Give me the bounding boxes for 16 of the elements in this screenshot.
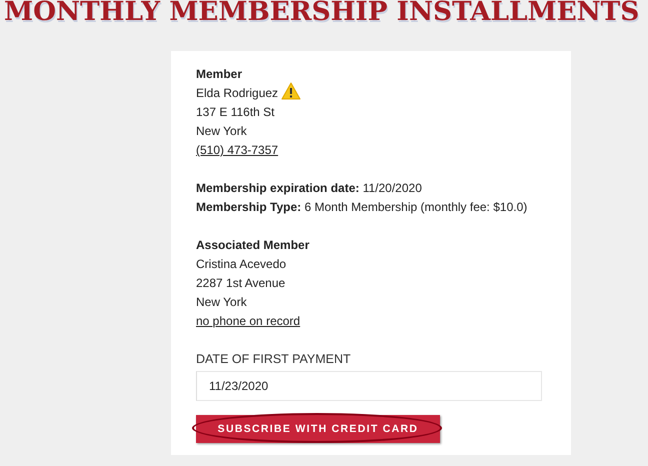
address-text: 2287 1st Avenue [196,275,286,292]
address-text: 137 E 116th St [196,104,276,121]
subscribe-button[interactable]: SUBSCRIBE WITH CREDIT CARD [196,415,440,443]
associated-heading: Associated Member [196,237,310,254]
city-text: New York [196,123,248,140]
member-name: Cristina Acevedo [196,256,286,273]
city-text: New York [196,294,248,311]
page-title: MONTHLY MEMBERSHIP INSTALLMENTS [3,0,640,26]
member-heading: Member [196,66,244,83]
membership-detail: Membership Type: 6 Month Membership (monthly fee: $10.0) [196,199,528,216]
date-field[interactable]: 11/23/2020 [196,371,542,401]
phone-link[interactable]: (510) 473-7357 [196,143,278,157]
field-label: DATE OF FIRST PAYMENT [196,351,352,368]
member-name: Elda Rodriguez [196,85,278,102]
phone-link[interactable]: no phone on record [196,314,300,328]
membership-detail: Membership expiration date: 11/20/2020 [196,180,423,197]
